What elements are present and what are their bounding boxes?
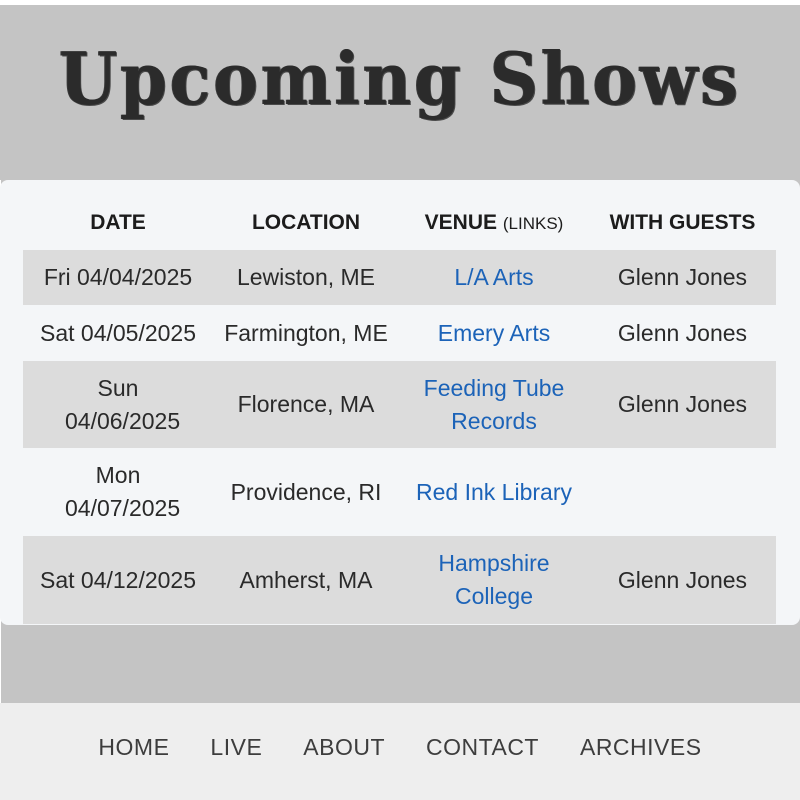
column-header-date: DATE xyxy=(90,211,146,234)
column-header-guests: WITH GUESTS xyxy=(609,211,756,234)
site-footer: HOME LIVE ABOUT CONTACT ARCHIVES xyxy=(0,703,800,800)
column-header-venue: VENUE (LINKS) xyxy=(399,196,589,250)
table-row: Mon 04/07/2025 Providence, RI Red Ink Li… xyxy=(23,448,776,536)
venue-link[interactable]: L/A Arts xyxy=(454,264,533,290)
show-venue-cell: Feeding Tube Records xyxy=(399,361,589,448)
nav-contact-link[interactable]: CONTACT xyxy=(426,734,539,761)
show-location: Florence, MA xyxy=(213,361,399,448)
shows-table: DATE LOCATION VENUE (LINKS) WITH GUESTS … xyxy=(23,196,776,624)
show-location: Lewiston, ME xyxy=(213,250,399,305)
show-venue-cell: Red Ink Library xyxy=(399,448,589,536)
nav-home-link[interactable]: HOME xyxy=(98,734,169,761)
show-location: Farmington, ME xyxy=(224,319,388,346)
venue-link[interactable]: Feeding Tube Records xyxy=(424,375,565,434)
nav-archives-link[interactable]: ARCHIVES xyxy=(580,734,702,761)
show-date: Sat 04/05/2025 xyxy=(39,319,197,346)
page-header: Upcoming Shows xyxy=(0,5,800,180)
show-location: Amherst, MA xyxy=(213,536,399,624)
show-guests: Glenn Jones xyxy=(589,536,776,624)
venue-link[interactable]: Emery Arts xyxy=(438,320,550,346)
table-row: Sat 04/12/2025 Amherst, MA Hampshire Col… xyxy=(23,536,776,624)
show-guests: Glenn Jones xyxy=(589,361,776,448)
show-venue-cell: Hampshire College xyxy=(399,536,589,624)
show-venue-cell: Emery Arts xyxy=(399,305,589,361)
table-row: Sun 04/06/2025 Florence, MA Feeding Tube… xyxy=(23,361,776,448)
venue-header-label: VENUE xyxy=(424,211,498,234)
show-date: Sun 04/06/2025 xyxy=(23,361,213,448)
nav-live-link[interactable]: LIVE xyxy=(210,734,262,761)
show-date: Mon 04/07/2025 xyxy=(65,462,181,521)
show-guests: Glenn Jones xyxy=(617,319,748,346)
show-venue-cell: L/A Arts xyxy=(399,250,589,305)
table-row: Sat 04/05/2025 Farmington, ME Emery Arts… xyxy=(23,305,776,361)
show-guests: Glenn Jones xyxy=(589,250,776,305)
show-date: Fri 04/04/2025 xyxy=(23,250,213,305)
show-guests xyxy=(589,448,776,536)
page-title: Upcoming Shows xyxy=(59,36,741,121)
nav-about-link[interactable]: ABOUT xyxy=(303,734,385,761)
venue-link[interactable]: Red Ink Library xyxy=(416,479,572,505)
shows-card: DATE LOCATION VENUE (LINKS) WITH GUESTS … xyxy=(0,180,800,625)
column-header-location: LOCATION xyxy=(251,211,361,234)
venue-link[interactable]: Hampshire College xyxy=(438,550,549,609)
table-header-row: DATE LOCATION VENUE (LINKS) WITH GUESTS xyxy=(23,196,776,250)
table-row: Fri 04/04/2025 Lewiston, ME L/A Arts Gle… xyxy=(23,250,776,305)
show-date: Sat 04/12/2025 xyxy=(23,536,213,624)
show-location: Providence, RI xyxy=(230,478,382,505)
footer-nav: HOME LIVE ABOUT CONTACT ARCHIVES xyxy=(0,734,800,761)
venue-header-note: (LINKS) xyxy=(502,214,564,233)
